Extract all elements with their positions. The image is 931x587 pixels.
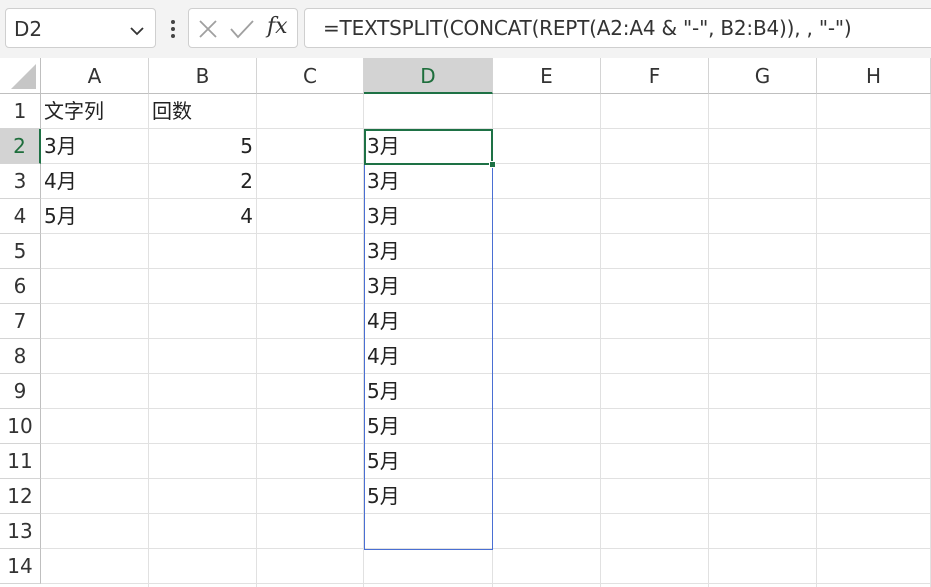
- formula-text: =TEXTSPLIT(CONCAT(REPT(A2:A4 & "-", B2:B…: [323, 16, 852, 40]
- cell-a1[interactable]: 文字列: [44, 94, 104, 129]
- cell-b2[interactable]: 5: [149, 129, 253, 164]
- row-header-10[interactable]: 10: [0, 409, 41, 444]
- row-header-7[interactable]: 7: [0, 304, 41, 339]
- row-header-2[interactable]: 2: [0, 129, 41, 164]
- column-header-f[interactable]: F: [601, 58, 709, 94]
- row-header-12[interactable]: 12: [0, 479, 41, 514]
- cell-a3[interactable]: 4月: [44, 164, 77, 199]
- cell-a2[interactable]: 3月: [44, 129, 77, 164]
- column-header-c[interactable]: C: [257, 58, 364, 94]
- cell-b4[interactable]: 4: [149, 199, 253, 234]
- row-header-11[interactable]: 11: [0, 444, 41, 479]
- insert-function-icon[interactable]: fx: [267, 14, 288, 39]
- cancel-icon[interactable]: [197, 18, 219, 44]
- row-header-1[interactable]: 1: [0, 94, 41, 129]
- worksheet-grid: ABCDEFGH 1 2 3 4 5 6 7 8 9 10 11 12 13 14 文字列 回数 3月 5 4月 2…: [0, 58, 931, 587]
- row-header-3[interactable]: 3: [0, 164, 41, 199]
- gridline: [41, 583, 931, 584]
- column-header-e[interactable]: E: [493, 58, 601, 94]
- cell-a4[interactable]: 5月: [44, 199, 77, 234]
- chevron-down-icon[interactable]: [129, 22, 145, 41]
- row-header-9[interactable]: 9: [0, 374, 41, 409]
- fill-handle[interactable]: [489, 161, 496, 168]
- name-box-value: D2: [14, 17, 43, 41]
- row-header-13[interactable]: 13: [0, 514, 41, 549]
- active-cell-border: [364, 129, 493, 165]
- row-header-14[interactable]: 14: [0, 549, 41, 584]
- row-header-8[interactable]: 8: [0, 339, 41, 374]
- cell-b1[interactable]: 回数: [152, 94, 192, 129]
- name-box[interactable]: D2: [5, 8, 156, 48]
- row-header-5[interactable]: 5: [0, 234, 41, 269]
- row-header-6[interactable]: 6: [0, 269, 41, 304]
- column-header-g[interactable]: G: [709, 58, 817, 94]
- enter-icon[interactable]: [229, 18, 255, 44]
- column-header-d[interactable]: D: [364, 58, 493, 94]
- cell-b3[interactable]: 2: [149, 164, 253, 199]
- row-header-4[interactable]: 4: [0, 199, 41, 234]
- select-all-button[interactable]: [0, 58, 41, 94]
- more-options-icon[interactable]: [164, 10, 182, 46]
- spill-range-border: [364, 129, 493, 550]
- column-header-h[interactable]: H: [817, 58, 931, 94]
- formula-actions: fx: [188, 8, 298, 48]
- column-header-a[interactable]: A: [41, 58, 149, 94]
- formula-input[interactable]: =TEXTSPLIT(CONCAT(REPT(A2:A4 & "-", B2:B…: [304, 8, 931, 48]
- column-header-b[interactable]: B: [149, 58, 257, 94]
- formula-bar: D2 fx =TEXTSPLIT(CONCAT(REPT(A2:A4 & "-"…: [0, 0, 931, 58]
